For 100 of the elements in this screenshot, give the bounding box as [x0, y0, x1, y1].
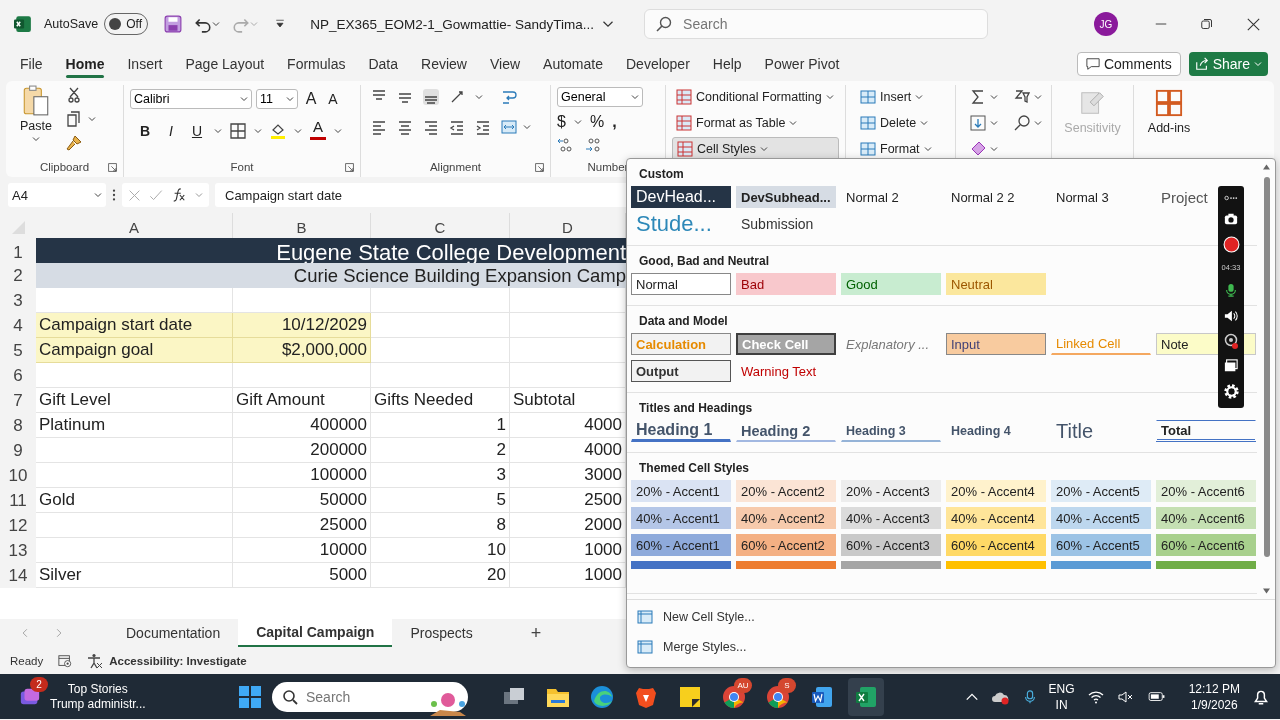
sheet-tab[interactable]: Documentation — [108, 619, 239, 647]
cell-style-item[interactable]: Normal — [631, 273, 731, 295]
cell-style-item[interactable]: 20% - Accent2 — [736, 480, 836, 502]
menu-item[interactable]: New Cell Style... — [637, 606, 1265, 628]
cell-style-item[interactable]: DevSubhead... — [736, 186, 836, 208]
ribbon-tab[interactable]: Help — [712, 50, 742, 78]
comma-button[interactable]: , — [612, 113, 617, 131]
taskbar-app[interactable]: AU — [716, 677, 752, 716]
cell-style-item[interactable]: Normal 3 — [1051, 186, 1151, 208]
cell-style-item[interactable]: 60% - Accent3 — [841, 534, 941, 556]
cell-style-item[interactable]: Warning Text — [736, 360, 836, 382]
cell-style-item[interactable]: 60% - Accent1 — [631, 534, 731, 556]
sheet-tab[interactable]: Capital Campaign — [238, 619, 393, 647]
styles-button[interactable]: Format as Table — [672, 111, 839, 135]
ribbon-tab[interactable]: Automate — [543, 50, 603, 78]
underline-button[interactable]: U — [188, 122, 206, 139]
notification-badge: 2 — [30, 676, 48, 692]
cell-style-item[interactable]: Submission — [736, 213, 836, 235]
table-cell: Campaign goal — [39, 340, 154, 360]
cell-style-item[interactable]: Input — [946, 333, 1046, 355]
cell-style-item[interactable]: Heading 4 — [946, 420, 1046, 442]
cell-style-item[interactable]: Heading 3 — [841, 420, 941, 442]
cell-style-item[interactable]: Project — [1156, 186, 1256, 208]
cell-style-item[interactable]: 20% - Accent4 — [946, 480, 1046, 502]
column-header[interactable]: A — [129, 218, 139, 236]
cells-button[interactable]: Insert — [856, 85, 949, 109]
grow-font-button[interactable]: A — [302, 90, 320, 108]
cell-style-item[interactable]: Explanatory ... — [841, 333, 941, 355]
cell-style-item[interactable]: Bad — [736, 273, 836, 295]
cell-style-item[interactable]: 40% - Accent5 — [1051, 507, 1151, 529]
ribbon-tab[interactable]: Developer — [626, 50, 690, 78]
font-name-field[interactable]: Calibri — [130, 89, 252, 109]
taskbar-search-field[interactable]: Search — [272, 681, 468, 712]
cell-style-item[interactable]: 20% - Accent1 — [631, 480, 731, 502]
cell-style-item[interactable]: Normal 2 — [841, 186, 941, 208]
column-header[interactable]: D — [562, 218, 573, 236]
share-button[interactable]: Share — [1188, 52, 1268, 76]
number-format-field[interactable]: General — [557, 87, 643, 107]
cell-style-item[interactable]: Title — [1051, 420, 1151, 442]
cell-style-item[interactable]: Total — [1156, 420, 1256, 442]
cells-button[interactable]: Format — [856, 137, 949, 161]
styles-button[interactable]: Cell Styles — [672, 137, 839, 161]
table-cell: 1000 — [584, 565, 622, 585]
search-field[interactable]: Search — [644, 9, 989, 39]
menu-item[interactable]: Merge Styles... — [637, 636, 1265, 658]
font-color-button[interactable]: A — [310, 121, 326, 140]
ribbon-tab[interactable]: Power Pivot — [764, 50, 840, 78]
add-sheet-button[interactable]: + — [530, 622, 542, 644]
cell-style-item[interactable]: Output — [631, 360, 731, 382]
accessibility-button[interactable]: Accessibility: Investigate — [87, 652, 247, 669]
cell-style-item[interactable]: Good — [841, 273, 941, 295]
clock[interactable]: 12:12 PM 1/9/2026 — [1188, 680, 1240, 713]
shrink-font-button[interactable]: A — [324, 91, 342, 107]
name-box[interactable]: A4 — [8, 183, 106, 207]
cell-style-item[interactable]: 20% - Accent6 — [1156, 480, 1256, 502]
ribbon-tab[interactable]: Insert — [127, 50, 163, 78]
sheet-tab[interactable]: Prospects — [392, 619, 491, 647]
styles-button[interactable]: Conditional Formatting — [672, 85, 839, 109]
column-header[interactable]: C — [434, 218, 446, 236]
group-label: Number — [587, 161, 629, 173]
ribbon-tab[interactable]: File — [20, 50, 43, 78]
cell-style-item[interactable]: 40% - Accent1 — [631, 507, 731, 529]
cell-style-item[interactable]: 20% - Accent5 — [1051, 480, 1151, 502]
language-indicator[interactable]: ENG IN — [1048, 680, 1075, 713]
document-title[interactable]: NP_EX365_EOM2-1_Gowmattie- SandyTima... — [310, 16, 595, 32]
italic-button[interactable]: I — [162, 122, 180, 139]
cell-style-item[interactable]: Heading 1 — [631, 420, 731, 442]
row-header[interactable]: 1 — [13, 243, 23, 263]
paste-button[interactable]: Paste — [12, 85, 60, 157]
ribbon-tab[interactable]: Formulas — [287, 50, 346, 78]
ribbon-tab[interactable]: Review — [421, 50, 467, 78]
ribbon-tab[interactable]: Data — [368, 50, 399, 78]
news-widget[interactable]: 2 Top Stories Trump administr... — [18, 675, 238, 718]
cell-style-item[interactable]: Normal 2 2 — [946, 186, 1046, 208]
add-ins-button[interactable]: Add-ins — [1147, 85, 1191, 135]
cell-style-item[interactable]: 60% - Accent2 — [736, 534, 836, 556]
cell-style-item[interactable]: 60% - Accent5 — [1051, 534, 1151, 556]
ribbon-tab[interactable]: View — [489, 50, 521, 78]
cell-style-item[interactable]: 40% - Accent4 — [946, 507, 1046, 529]
cell-style-item[interactable]: Heading 2 — [736, 420, 836, 442]
percent-button[interactable]: % — [589, 113, 605, 131]
comments-button[interactable]: Comments — [1076, 52, 1181, 76]
cells-button[interactable]: Delete — [856, 111, 949, 135]
cell-style-item[interactable]: 60% - Accent4 — [946, 534, 1046, 556]
cell-style-item[interactable]: 40% - Accent6 — [1156, 507, 1256, 529]
cell-style-item[interactable]: 40% - Accent2 — [736, 507, 836, 529]
taskbar-app[interactable]: S — [760, 677, 796, 716]
user-avatar[interactable]: JG — [1094, 12, 1118, 36]
cell-style-item[interactable]: DevHead... — [631, 186, 731, 208]
column-header[interactable]: B — [296, 218, 307, 236]
ribbon-tab[interactable]: Page Layout — [185, 50, 265, 78]
cell-style-item[interactable]: 60% - Accent6 — [1156, 534, 1256, 556]
currency-button[interactable]: $ — [557, 113, 566, 131]
ribbon-tab[interactable]: Home — [65, 50, 105, 78]
cell-style-item[interactable]: Neutral — [946, 273, 1046, 295]
cell-style-item[interactable]: 20% - Accent3 — [841, 480, 941, 502]
font-size-field[interactable]: 11 — [256, 89, 298, 109]
bold-button[interactable]: B — [136, 122, 154, 139]
cell-style-item[interactable]: Stude... — [631, 213, 731, 235]
cell-style-item[interactable]: 40% - Accent3 — [841, 507, 941, 529]
